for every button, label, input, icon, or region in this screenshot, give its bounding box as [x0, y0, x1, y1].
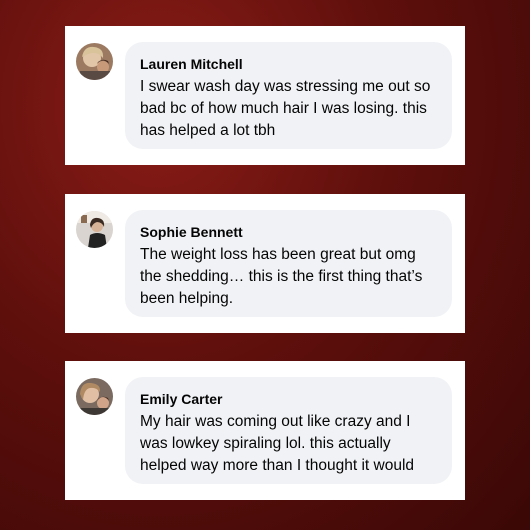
comment-text: The weight loss has been great but omg t…	[140, 246, 423, 307]
commenter-name[interactable]: Emily Carter	[140, 390, 438, 408]
commenter-name[interactable]: Sophie Bennett	[140, 223, 438, 241]
avatar-image	[76, 211, 113, 248]
comment-card: Lauren Mitchell I swear wash day was str…	[65, 26, 465, 165]
page: { "comments": [ { "name": "Lauren Mitche…	[0, 0, 530, 530]
avatar-image	[76, 378, 113, 415]
avatar[interactable]	[76, 43, 113, 80]
commenter-name[interactable]: Lauren Mitchell	[140, 55, 438, 73]
comment-text: I swear wash day was stressing me out so…	[140, 78, 431, 139]
comment-bubble: Sophie Bennett The weight loss has been …	[125, 210, 452, 317]
comment-text: My hair was coming out like crazy and I …	[140, 413, 415, 474]
comment-card: Sophie Bennett The weight loss has been …	[65, 194, 465, 333]
comment-card: Emily Carter My hair was coming out like…	[65, 361, 465, 500]
comment-bubble: Emily Carter My hair was coming out like…	[125, 377, 452, 484]
avatar-image	[76, 43, 113, 80]
comment-bubble: Lauren Mitchell I swear wash day was str…	[125, 42, 452, 149]
avatar[interactable]	[76, 211, 113, 248]
avatar[interactable]	[76, 378, 113, 415]
